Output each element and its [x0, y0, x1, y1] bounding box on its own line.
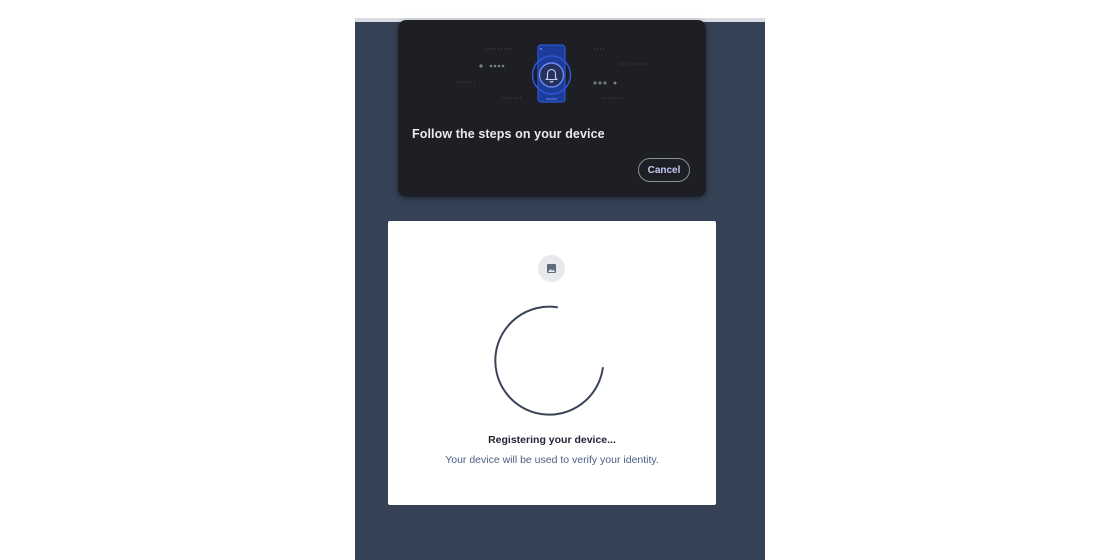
image-badge	[538, 255, 565, 282]
device-illustration	[456, 44, 648, 103]
image-icon	[547, 264, 556, 273]
status-subtitle: Your device will be used to verify your …	[445, 454, 659, 466]
dialog-title: Follow the steps on your device	[412, 127, 605, 141]
loading-spinner	[494, 305, 604, 416]
device-prompt-dialog: Follow the steps on your device Cancel	[398, 20, 706, 197]
status-title: Registering your device...	[488, 434, 616, 446]
registration-card: Registering your device... Your device w…	[388, 221, 716, 505]
cancel-button[interactable]: Cancel	[638, 158, 690, 182]
